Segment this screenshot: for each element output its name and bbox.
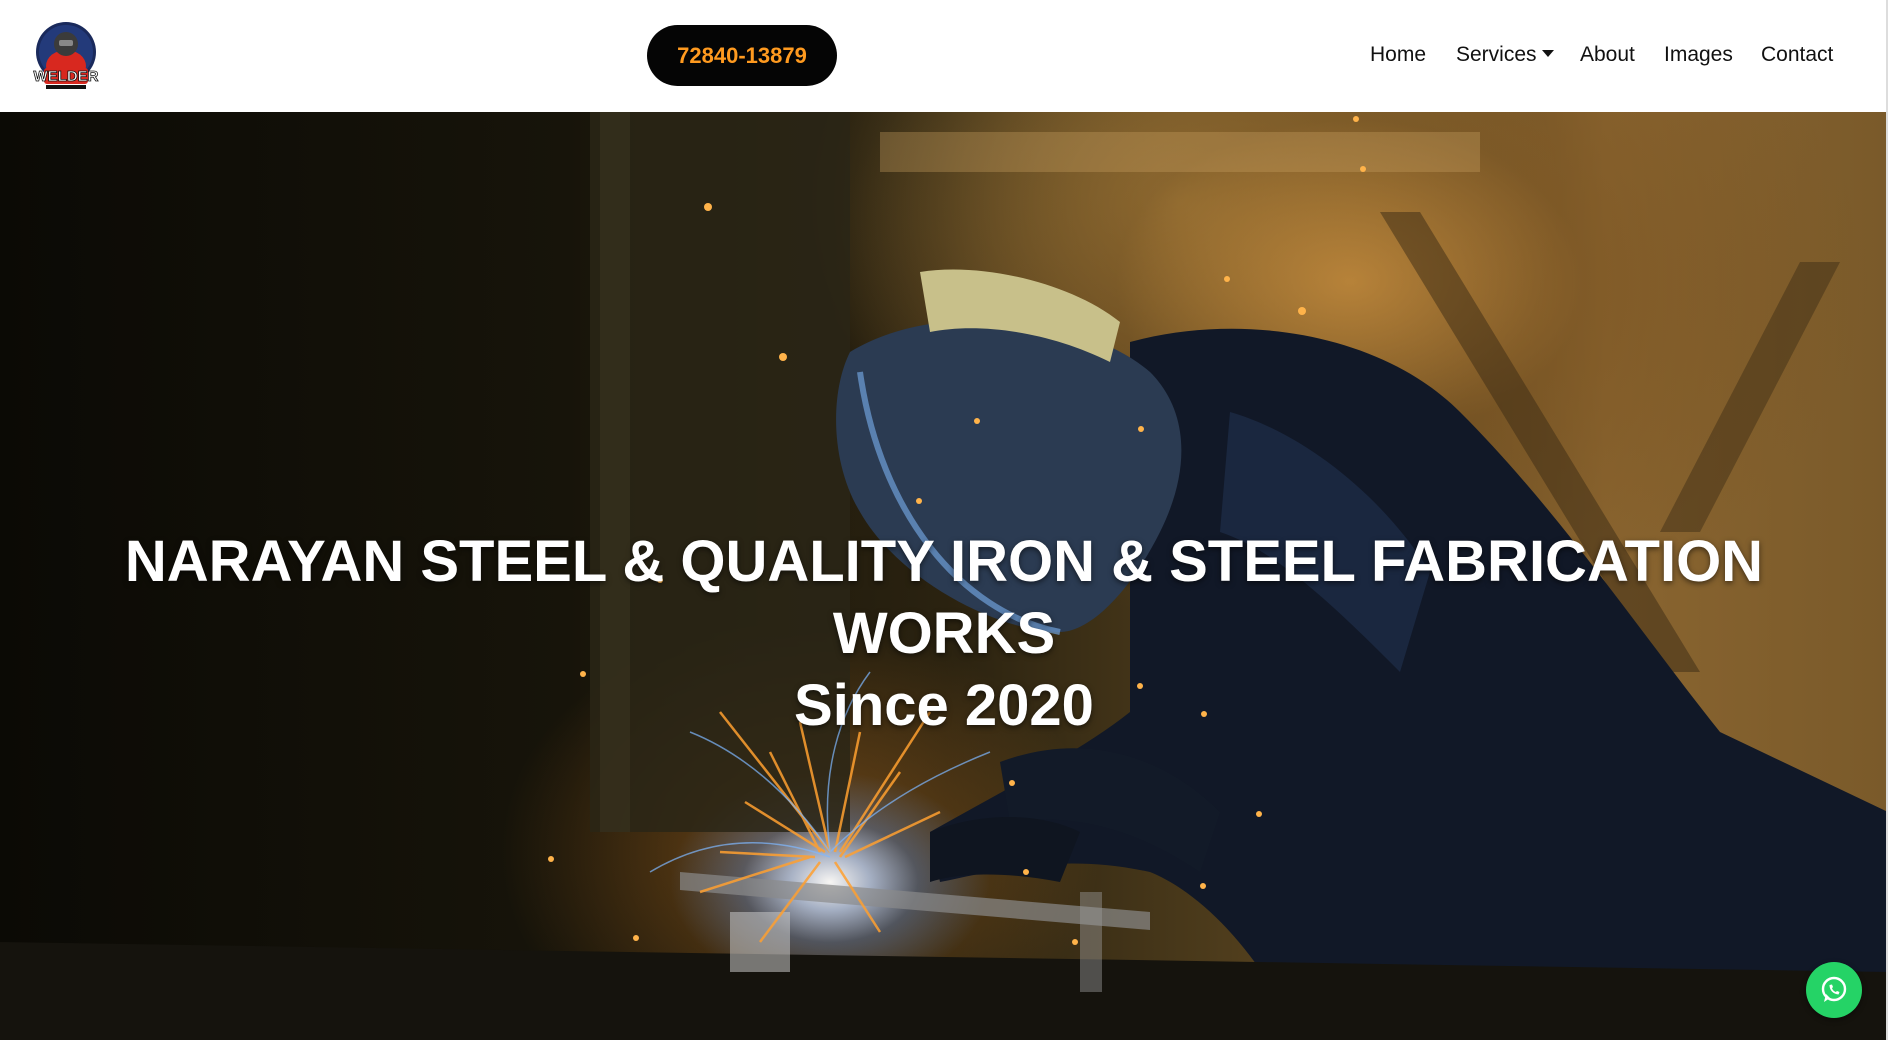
logo[interactable]: WELDER [26,18,106,92]
phone-call-button[interactable]: 72840-13879 [647,25,837,86]
welder-mascot-logo-icon: WELDER [33,22,99,89]
nav-services-dropdown[interactable]: Services [1456,41,1554,69]
nav-about-link[interactable]: About [1580,41,1635,69]
nav-home-link[interactable]: Home [1370,41,1426,69]
nav-images-link[interactable]: Images [1664,41,1733,69]
hero-title: NARAYAN STEEL & QUALITY IRON & STEEL FAB… [0,526,1888,742]
svg-text:WELDER: WELDER [34,68,99,85]
top-navbar: WELDER 72840-13879 Home Services About I… [0,0,1888,112]
hero-title-line-2: WORKS [832,600,1056,666]
hero-since-line: Since 2020 [794,672,1094,738]
hero-title-line-1: NARAYAN STEEL & QUALITY IRON & STEEL FAB… [124,528,1764,594]
caret-down-icon [1541,50,1554,57]
whatsapp-button[interactable] [1806,962,1862,1018]
phone-number: 72840-13879 [677,42,807,68]
hero-section: NARAYAN STEEL & QUALITY IRON & STEEL FAB… [0,112,1888,1040]
nav-services-label: Services [1456,43,1537,66]
whatsapp-icon [1821,976,1847,1002]
nav-contact-link[interactable]: Contact [1761,41,1833,69]
